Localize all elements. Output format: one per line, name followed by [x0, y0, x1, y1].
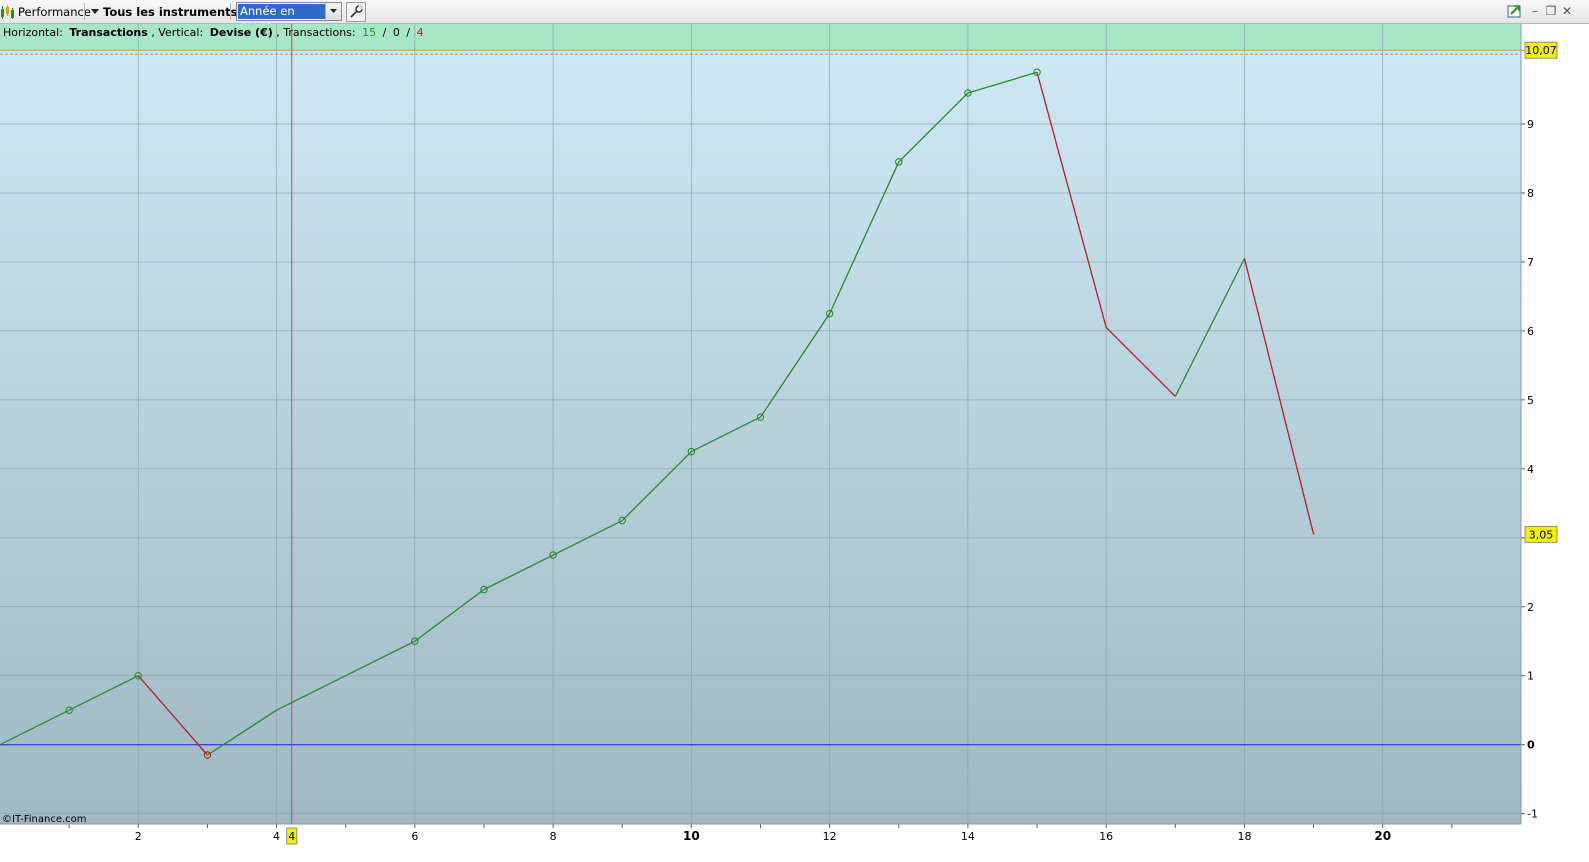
- instruments-dropdown[interactable]: Tous les instruments: [91, 0, 238, 23]
- y-tick-label: 5: [1527, 394, 1534, 407]
- chevron-down-icon[interactable]: [325, 3, 341, 20]
- y-tick-label: 8: [1527, 187, 1534, 200]
- cursor-x-label: 4: [288, 830, 295, 843]
- x-tick-label: 4: [273, 830, 280, 843]
- x-tick-label: 16: [1099, 830, 1113, 843]
- performance-chart[interactable]: -10123456789 2468101214161820 10,073,054…: [0, 24, 1589, 858]
- x-tick-label: 14: [961, 830, 975, 843]
- performance-label: Performance: [18, 4, 91, 19]
- y-tick-label: 9: [1527, 118, 1534, 131]
- plot-background: [0, 24, 1521, 824]
- export-button[interactable]: [1506, 2, 1524, 20]
- x-tick-label: 2: [135, 830, 142, 843]
- period-select-value: Année en cours: [238, 4, 326, 33]
- watermark: ©IT-Finance.com: [2, 814, 87, 825]
- export-icon: [1507, 5, 1521, 18]
- toolbar-separator: [230, 3, 231, 20]
- max-value-label: 10,07: [1525, 44, 1557, 57]
- x-tick-label: 20: [1374, 829, 1391, 843]
- wrench-icon: [350, 5, 363, 18]
- x-axis-background: [0, 824, 1589, 858]
- y-tick-label: 1: [1527, 670, 1534, 683]
- x-tick-label: 18: [1237, 830, 1251, 843]
- settings-button[interactable]: [346, 2, 366, 22]
- chart-svg: -10123456789 2468101214161820 10,073,054…: [0, 24, 1589, 858]
- y-tick-label: 0: [1527, 739, 1535, 752]
- x-tick-label: 10: [683, 829, 700, 843]
- y-tick-label: -1: [1527, 808, 1538, 821]
- close-icon[interactable]: ✕: [1558, 2, 1576, 20]
- caret-down-icon: [91, 8, 99, 14]
- y-tick-label: 6: [1527, 325, 1534, 338]
- instruments-label: Tous les instruments: [103, 4, 238, 19]
- x-tick-label: 12: [823, 830, 837, 843]
- x-tick-label: 6: [411, 830, 418, 843]
- toolbar: Performance Tous les instruments Année e…: [0, 0, 1589, 33]
- y-tick-label: 7: [1527, 256, 1534, 269]
- axis-background: [1521, 24, 1589, 824]
- y-tick-label: 4: [1527, 463, 1534, 476]
- x-tick-label: 8: [550, 830, 557, 843]
- toolbar-separator: [84, 3, 85, 20]
- candlestick-icon: [1, 4, 14, 19]
- y-tick-label: 2: [1527, 601, 1534, 614]
- period-select[interactable]: Année en cours: [236, 2, 342, 33]
- performance-tab[interactable]: Performance: [0, 0, 91, 23]
- last-value-label: 3,05: [1529, 528, 1554, 541]
